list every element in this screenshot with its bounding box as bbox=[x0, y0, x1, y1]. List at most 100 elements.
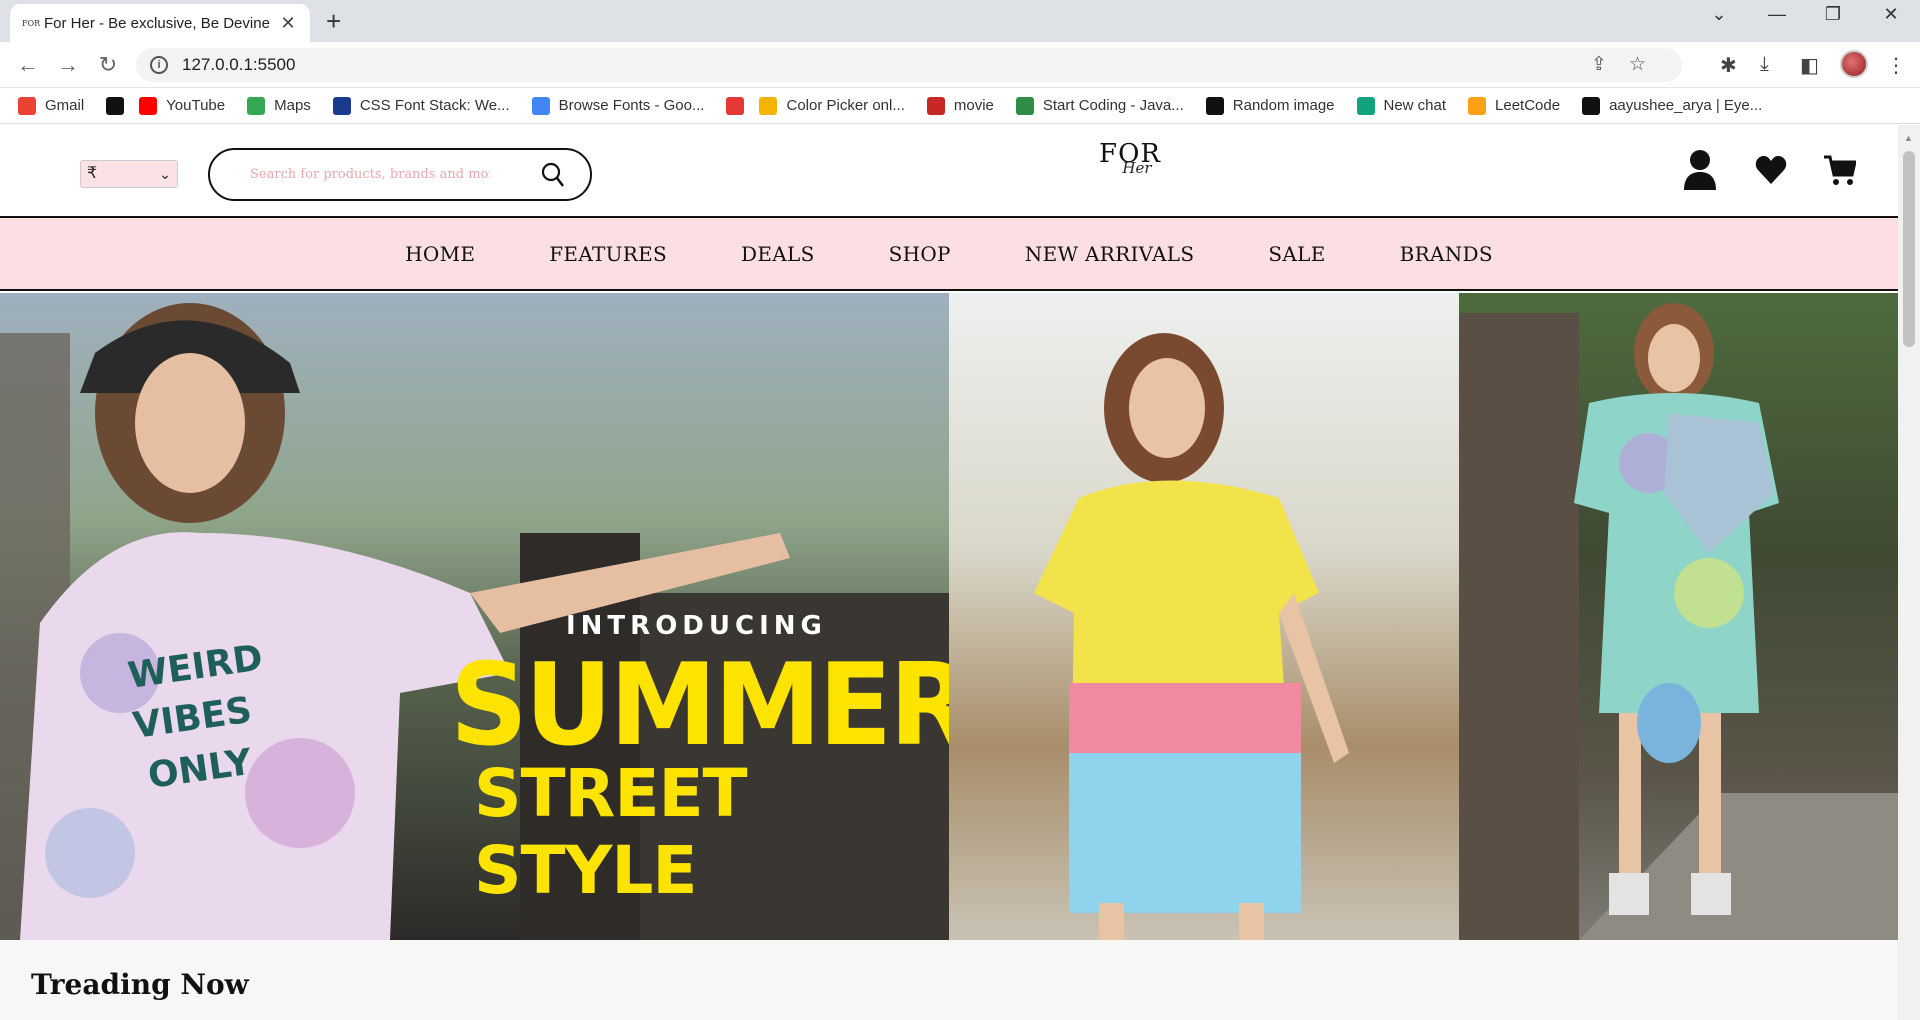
reload-icon[interactable]: ↻ bbox=[94, 52, 122, 78]
currency-value: ₹ bbox=[87, 165, 98, 182]
gmail-icon bbox=[18, 96, 36, 115]
nav-item-new-arrivals[interactable]: NEW ARRIVALS bbox=[1025, 242, 1195, 266]
bookmark-item[interactable]: aayushee_arya | Eye... bbox=[1582, 96, 1763, 115]
movie-icon bbox=[926, 96, 945, 115]
bookmark-star-icon[interactable]: ☆ bbox=[1629, 54, 1668, 75]
bookmark-label: aayushee_arya | Eye... bbox=[1609, 97, 1763, 114]
hero-image-tie-dye-tee: WEIRD VIBES ONLY INTRODUCING SUMMER STRE… bbox=[0, 293, 949, 940]
bookmark-item[interactable]: movie bbox=[926, 96, 994, 115]
nav-item-brands[interactable]: BRANDS bbox=[1400, 242, 1493, 266]
search-box[interactable]: Search for products, brands and more bbox=[208, 148, 592, 201]
tab-title: For Her - Be exclusive, Be Devine bbox=[44, 14, 270, 32]
e-icon bbox=[1582, 96, 1601, 115]
nav-item-shop[interactable]: SHOP bbox=[889, 242, 951, 266]
hero-subheadline: STREET STYLE bbox=[474, 755, 748, 909]
menu-icon[interactable]: ⋮ bbox=[1886, 53, 1906, 78]
nav-item-features[interactable]: FEATURES bbox=[549, 242, 667, 266]
bookmarks-bar: Gmail YouTube Maps CSS Font Stack: We... Bro… bbox=[0, 88, 1920, 124]
browser-tab-bar: FOR For Her - Be exclusive, Be Devine ✕ … bbox=[0, 0, 1920, 42]
bookmark-item[interactable]: Browse Fonts - Goo... bbox=[531, 96, 705, 115]
share-icon[interactable]: ⇪ bbox=[1591, 54, 1629, 75]
bookmark-label: Random image bbox=[1232, 97, 1335, 114]
download-icon[interactable]: ⤓ bbox=[1760, 53, 1769, 76]
colorpicker-icon bbox=[726, 96, 745, 115]
bookmark-item[interactable] bbox=[106, 96, 133, 115]
main-nav: HOME FEATURES DEALS SHOP NEW ARRIVALS SALE BRA… bbox=[0, 218, 1898, 291]
tab-search-icon[interactable]: ⌄ bbox=[1704, 4, 1734, 25]
search-input[interactable]: Search for products, brands and more bbox=[250, 167, 490, 182]
close-window-icon[interactable]: ✕ bbox=[1876, 4, 1906, 25]
hero-banner[interactable]: WEIRD VIBES ONLY INTRODUCING SUMMER STRE… bbox=[0, 293, 1898, 940]
user-icon[interactable] bbox=[1683, 149, 1717, 191]
profile-avatar[interactable] bbox=[1840, 50, 1868, 78]
browser-tab[interactable]: FOR For Her - Be exclusive, Be Devine ✕ bbox=[10, 4, 310, 42]
bookmark-item[interactable]: CSS Font Stack: We... bbox=[332, 96, 510, 115]
googlefonts-icon bbox=[531, 96, 550, 115]
hero-headline: SUMMER bbox=[450, 639, 949, 772]
bookmark-item[interactable]: New chat bbox=[1356, 96, 1447, 115]
bookmark-item[interactable]: YouTube bbox=[139, 96, 226, 115]
bookmark-label: Start Coding - Java... bbox=[1042, 97, 1184, 114]
bookmark-label: movie bbox=[953, 97, 994, 114]
nav-item-sale[interactable]: SALE bbox=[1268, 242, 1325, 266]
scrollbar-thumb[interactable] bbox=[1903, 151, 1915, 347]
bookmark-item[interactable]: Random image bbox=[1205, 96, 1335, 115]
back-icon[interactable]: ← bbox=[14, 52, 42, 78]
restore-icon[interactable]: ❐ bbox=[1818, 4, 1848, 25]
forward-icon[interactable]: → bbox=[54, 52, 82, 78]
web-page: ₹ ⌄ Search for products, brands and more… bbox=[0, 125, 1898, 1020]
tab-favicon: FOR bbox=[22, 18, 41, 28]
bookmark-label: Gmail bbox=[45, 97, 85, 114]
site-header: ₹ ⌄ Search for products, brands and more… bbox=[0, 125, 1898, 218]
scroll-up-arrow-icon[interactable]: ▲ bbox=[1904, 133, 1913, 143]
hero-figure-3 bbox=[1459, 303, 1898, 940]
bookmark-label: Maps bbox=[274, 97, 311, 114]
site-info-icon[interactable]: i bbox=[150, 56, 168, 74]
search-icon[interactable] bbox=[540, 161, 566, 189]
gfg-icon bbox=[1015, 96, 1034, 115]
bookmark-label: New chat bbox=[1383, 97, 1447, 114]
side-panel-icon[interactable]: ◧ bbox=[1800, 53, 1819, 78]
hero-image-tie-dye-dress bbox=[949, 293, 1459, 940]
close-tab-icon[interactable]: ✕ bbox=[278, 13, 298, 34]
bookmark-label: YouTube bbox=[166, 97, 226, 114]
bookmark-item[interactable] bbox=[726, 96, 753, 115]
nav-item-home[interactable]: HOME bbox=[405, 242, 475, 266]
heart-icon[interactable] bbox=[1755, 155, 1787, 185]
trending-title: Treading Now bbox=[31, 968, 249, 1001]
cart-icon[interactable] bbox=[1824, 155, 1856, 187]
hero-intro-text: INTRODUCING bbox=[566, 611, 827, 641]
youtube-icon bbox=[139, 96, 158, 115]
hand-icon bbox=[759, 96, 778, 115]
omnibox-actions: ⇪☆ bbox=[1591, 53, 1668, 76]
bookmark-item[interactable]: Gmail bbox=[18, 96, 85, 115]
minimize-icon[interactable]: — bbox=[1762, 4, 1792, 25]
extensions-icon[interactable]: ✱ bbox=[1720, 53, 1737, 78]
leetcode-icon bbox=[1468, 96, 1487, 115]
bookmark-label: CSS Font Stack: We... bbox=[359, 97, 510, 114]
mickey-icon bbox=[106, 96, 125, 115]
bookmark-label: Browse Fonts - Goo... bbox=[558, 97, 705, 114]
maps-icon bbox=[247, 96, 266, 115]
site-logo[interactable]: FOR Her bbox=[1095, 139, 1165, 199]
unsplash-icon bbox=[1205, 96, 1224, 115]
chatgpt-icon bbox=[1356, 96, 1375, 115]
bookmark-item[interactable]: Maps bbox=[247, 96, 311, 115]
bookmark-item[interactable]: LeetCode bbox=[1468, 96, 1561, 115]
trending-section: Treading Now bbox=[0, 940, 1898, 1020]
chevron-down-icon: ⌄ bbox=[159, 166, 171, 182]
currency-select[interactable]: ₹ ⌄ bbox=[80, 160, 178, 188]
new-tab-icon[interactable]: + bbox=[326, 6, 341, 37]
cssfont-icon bbox=[332, 96, 351, 115]
address-bar-row: ← → ↻ i 127.0.0.1:5500 ⇪☆ ✱ ⤓ ◧ ⋮ bbox=[0, 42, 1920, 88]
hero-figure-2 bbox=[1034, 333, 1349, 940]
bookmark-label: Color Picker onl... bbox=[786, 97, 905, 114]
bookmark-item[interactable]: Color Picker onl... bbox=[759, 96, 905, 115]
bookmark-label: LeetCode bbox=[1495, 97, 1561, 114]
bookmark-item[interactable]: Start Coding - Java... bbox=[1015, 96, 1184, 115]
omnibox[interactable]: i 127.0.0.1:5500 ⇪☆ bbox=[136, 48, 1682, 82]
hero-image-denim-jacket bbox=[1459, 293, 1898, 940]
url-text: 127.0.0.1:5500 bbox=[182, 55, 296, 74]
nav-item-deals[interactable]: DEALS bbox=[741, 242, 815, 266]
page-scrollbar[interactable]: ▲ bbox=[1898, 125, 1920, 1020]
